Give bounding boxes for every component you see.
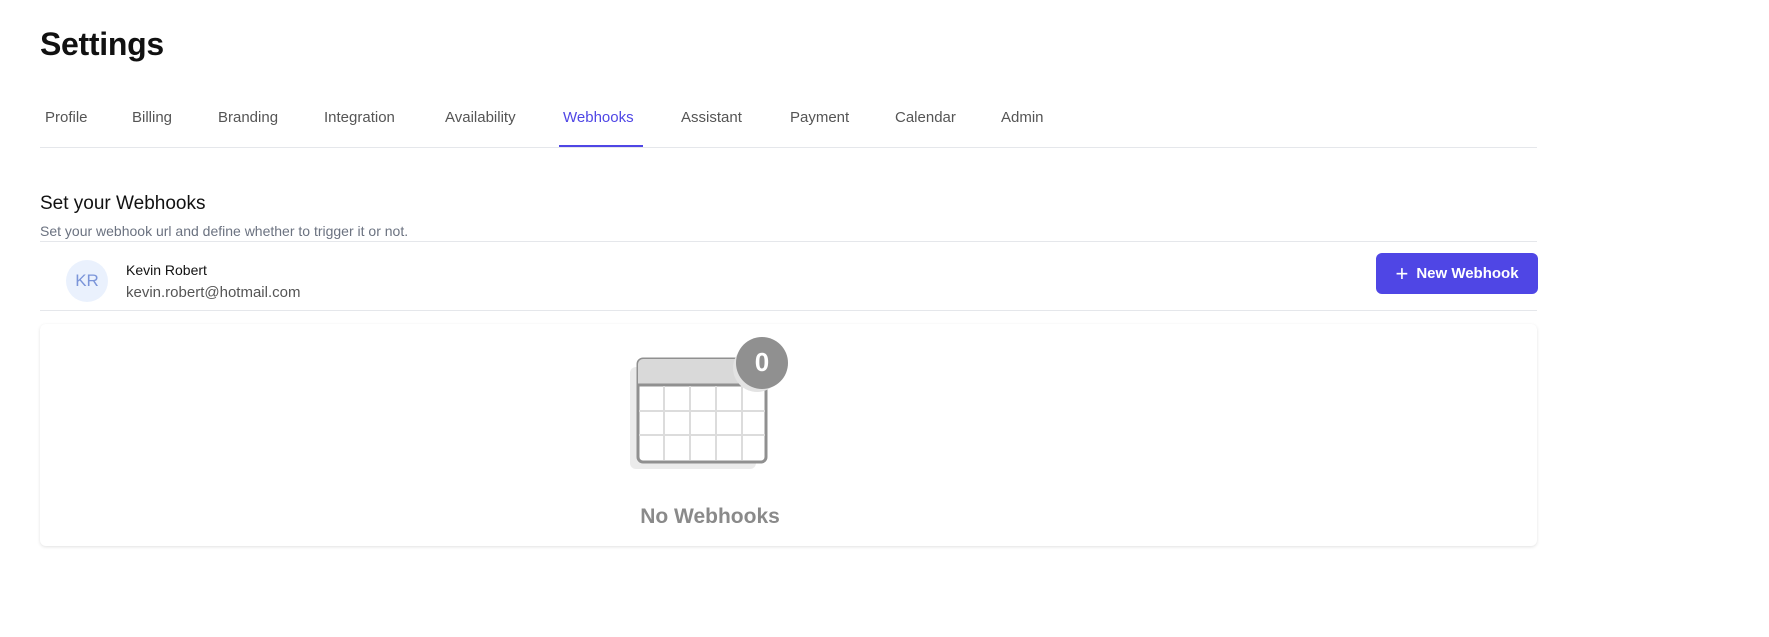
new-webhook-button[interactable]: + New Webhook bbox=[1376, 253, 1538, 294]
divider bbox=[40, 310, 1537, 311]
page-title: Settings bbox=[40, 26, 164, 62]
empty-state-message: No Webhooks bbox=[640, 505, 780, 528]
tab-payment[interactable]: Payment bbox=[790, 109, 849, 126]
user-name: Kevin Robert bbox=[126, 262, 207, 278]
tab-admin[interactable]: Admin bbox=[1001, 109, 1044, 126]
section-title: Set your Webhooks bbox=[40, 193, 206, 214]
active-tab-indicator bbox=[559, 145, 643, 147]
tab-webhooks[interactable]: Webhooks bbox=[563, 109, 634, 126]
user-email: kevin.robert@hotmail.com bbox=[126, 284, 301, 301]
divider bbox=[40, 241, 1537, 242]
settings-tabs: Profile Billing Branding Integration Ava… bbox=[40, 96, 1537, 148]
section-subtitle: Set your webhook url and define whether … bbox=[40, 223, 409, 239]
tab-availability[interactable]: Availability bbox=[445, 109, 516, 126]
tab-integration[interactable]: Integration bbox=[324, 109, 395, 126]
count-badge-value: 0 bbox=[754, 347, 770, 377]
tab-billing[interactable]: Billing bbox=[132, 109, 172, 126]
plus-icon: + bbox=[1395, 260, 1409, 286]
tab-profile[interactable]: Profile bbox=[45, 109, 88, 126]
tab-branding[interactable]: Branding bbox=[218, 109, 278, 126]
avatar: KR bbox=[66, 260, 108, 302]
new-webhook-label: New Webhook bbox=[1416, 265, 1519, 282]
tab-calendar[interactable]: Calendar bbox=[895, 109, 956, 126]
tab-assistant[interactable]: Assistant bbox=[681, 109, 742, 126]
